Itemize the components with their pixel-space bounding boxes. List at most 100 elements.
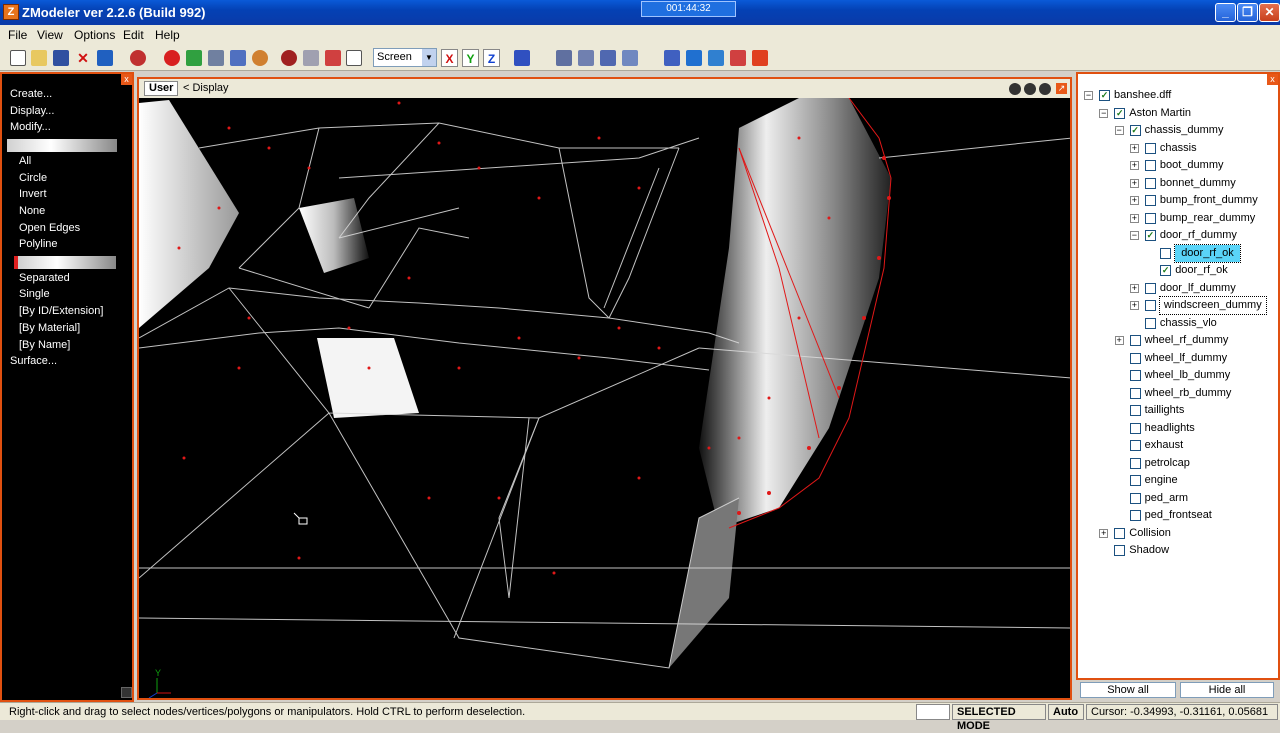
view-name-button[interactable]: User — [144, 81, 179, 96]
tree-node[interactable]: + bump_rear_dummy — [1078, 210, 1276, 227]
tree-node-label[interactable]: bump_rear_dummy — [1160, 210, 1255, 227]
command-item[interactable]: [By Name] — [19, 339, 70, 351]
visibility-checkbox[interactable] — [1114, 545, 1126, 556]
pivot-icon[interactable] — [514, 50, 530, 66]
select-object-icon[interactable] — [622, 50, 638, 66]
visibility-checkbox[interactable]: ✓ — [1129, 125, 1141, 136]
tree-node-label[interactable]: wheel_rb_dummy — [1145, 385, 1232, 402]
visibility-checkbox[interactable] — [1129, 405, 1141, 416]
tree-node-label[interactable]: headlights — [1145, 420, 1195, 437]
sphere-icon[interactable] — [281, 50, 297, 66]
expand-icon[interactable]: + — [1114, 336, 1124, 345]
tree-node-label[interactable]: door_rf_dummy — [1160, 227, 1237, 244]
visibility-checkbox[interactable] — [1160, 247, 1172, 259]
menu-options[interactable]: Options — [74, 28, 115, 42]
command-item[interactable]: [By ID/Extension] — [19, 305, 103, 317]
tree-node[interactable]: ped_frontseat — [1078, 507, 1276, 524]
panel-close-icon[interactable]: x — [121, 74, 132, 85]
command-item[interactable]: Polyline — [19, 238, 58, 250]
tree-node[interactable]: + wheel_rf_dummy — [1078, 332, 1276, 349]
rotate-icon[interactable] — [252, 50, 268, 66]
tree-node-label[interactable]: exhaust — [1145, 437, 1184, 454]
tree-node-label[interactable]: chassis_dummy — [1145, 122, 1224, 139]
select-face-icon[interactable] — [600, 50, 616, 66]
command-item[interactable]: Invert — [19, 188, 47, 200]
tree-node-label[interactable]: ped_frontseat — [1145, 507, 1212, 524]
visibility-checkbox[interactable] — [1144, 317, 1156, 329]
collapse-icon[interactable]: − — [1084, 91, 1093, 100]
selection-mode-indicator[interactable]: SELECTED MODE — [952, 704, 1046, 732]
tree-node-label[interactable]: petrolcap — [1145, 455, 1190, 472]
tree-node-label[interactable]: door_rf_ok — [1174, 243, 1241, 263]
visibility-checkbox[interactable] — [1144, 300, 1156, 311]
command-item[interactable]: Modify... — [10, 121, 51, 133]
snap-icon[interactable] — [208, 50, 224, 66]
visibility-checkbox[interactable] — [1129, 492, 1141, 504]
command-item[interactable]: None — [19, 205, 45, 217]
menu-file[interactable]: File — [8, 28, 27, 42]
expand-icon[interactable]: + — [1129, 283, 1139, 293]
import-icon[interactable] — [97, 50, 113, 66]
menu-edit[interactable]: Edit — [123, 28, 144, 42]
command-item[interactable]: Create... — [10, 88, 52, 100]
tool-icon[interactable] — [303, 50, 319, 66]
tree-node-label[interactable]: bump_front_dummy — [1160, 192, 1258, 209]
tree-node-label[interactable]: wheel_lf_dummy — [1145, 350, 1228, 367]
collapse-icon[interactable]: − — [1129, 231, 1139, 240]
tree-node[interactable]: engine — [1078, 472, 1276, 489]
scale-icon[interactable] — [346, 50, 362, 66]
command-item[interactable]: Separated — [19, 272, 70, 284]
collapse-icon[interactable]: − — [1099, 108, 1109, 118]
axis-y-button[interactable]: Y — [462, 49, 479, 67]
visibility-checkbox[interactable] — [1129, 422, 1141, 434]
expand-icon[interactable]: + — [1129, 213, 1139, 223]
tree-node-label[interactable]: chassis_vlo — [1160, 315, 1217, 332]
command-item[interactable]: Surface... — [10, 355, 57, 367]
visibility-checkbox[interactable] — [1144, 160, 1156, 171]
tree-node[interactable]: + door_lf_dummy — [1078, 280, 1276, 297]
visibility-checkbox[interactable]: ✓ — [1144, 230, 1156, 241]
select-vertex-icon[interactable] — [556, 50, 572, 66]
render-icon[interactable] — [752, 50, 768, 66]
command-item[interactable]: Single — [19, 288, 50, 300]
delete-icon[interactable]: ✕ — [75, 50, 91, 66]
hide-all-button[interactable]: Hide all — [1180, 682, 1274, 698]
tree-node[interactable]: headlights — [1078, 420, 1276, 437]
material-icon[interactable] — [730, 50, 746, 66]
expand-icon[interactable]: + — [1129, 196, 1139, 205]
new-file-icon[interactable] — [10, 50, 26, 66]
pencil-icon[interactable] — [325, 50, 341, 66]
tree-node[interactable]: Shadow — [1078, 542, 1276, 559]
undo-icon[interactable] — [130, 50, 146, 66]
expand-icon[interactable]: + — [1129, 161, 1139, 170]
visibility-checkbox[interactable] — [1129, 440, 1141, 451]
visibility-checkbox[interactable]: ✓ — [1160, 265, 1172, 276]
tree-node-label[interactable]: Collision — [1129, 525, 1171, 542]
expand-icon[interactable]: + — [1099, 528, 1109, 538]
command-item[interactable]: Open Edges — [19, 222, 80, 234]
tree-node[interactable]: petrolcap — [1078, 455, 1276, 472]
axis-z-button[interactable]: Z — [483, 49, 500, 67]
open-file-icon[interactable] — [31, 50, 47, 66]
expand-icon[interactable]: + — [1129, 178, 1139, 188]
tree-node-label[interactable]: wheel_rf_dummy — [1145, 332, 1229, 349]
tree-node[interactable]: taillights — [1078, 402, 1276, 419]
tree-node-label[interactable]: door_rf_ok — [1175, 262, 1228, 279]
tree-node-label[interactable]: taillights — [1145, 402, 1185, 419]
menu-view[interactable]: View — [37, 28, 63, 42]
visibility-checkbox[interactable] — [1129, 457, 1141, 469]
visibility-checkbox[interactable] — [1129, 510, 1141, 521]
tree-node[interactable]: ✓ door_rf_ok — [1078, 262, 1276, 279]
visibility-checkbox[interactable] — [1144, 282, 1156, 294]
tree-node[interactable]: − ✓ Aston Martin — [1078, 105, 1276, 122]
maximize-button[interactable]: ❐ — [1237, 3, 1258, 22]
record-icon[interactable] — [164, 50, 180, 66]
tree-node-label[interactable]: boot_dummy — [1160, 157, 1224, 174]
tree-node[interactable]: exhaust — [1078, 437, 1276, 454]
orbit-icon[interactable] — [1039, 83, 1051, 95]
coordinate-mode-select[interactable]: Screen ▼ — [373, 48, 437, 67]
calc-icon[interactable] — [230, 50, 246, 66]
axis-x-button[interactable]: X — [441, 49, 458, 67]
tree-node[interactable]: + Collision — [1078, 525, 1276, 542]
tree-node-label[interactable]: Aston Martin — [1129, 105, 1191, 122]
